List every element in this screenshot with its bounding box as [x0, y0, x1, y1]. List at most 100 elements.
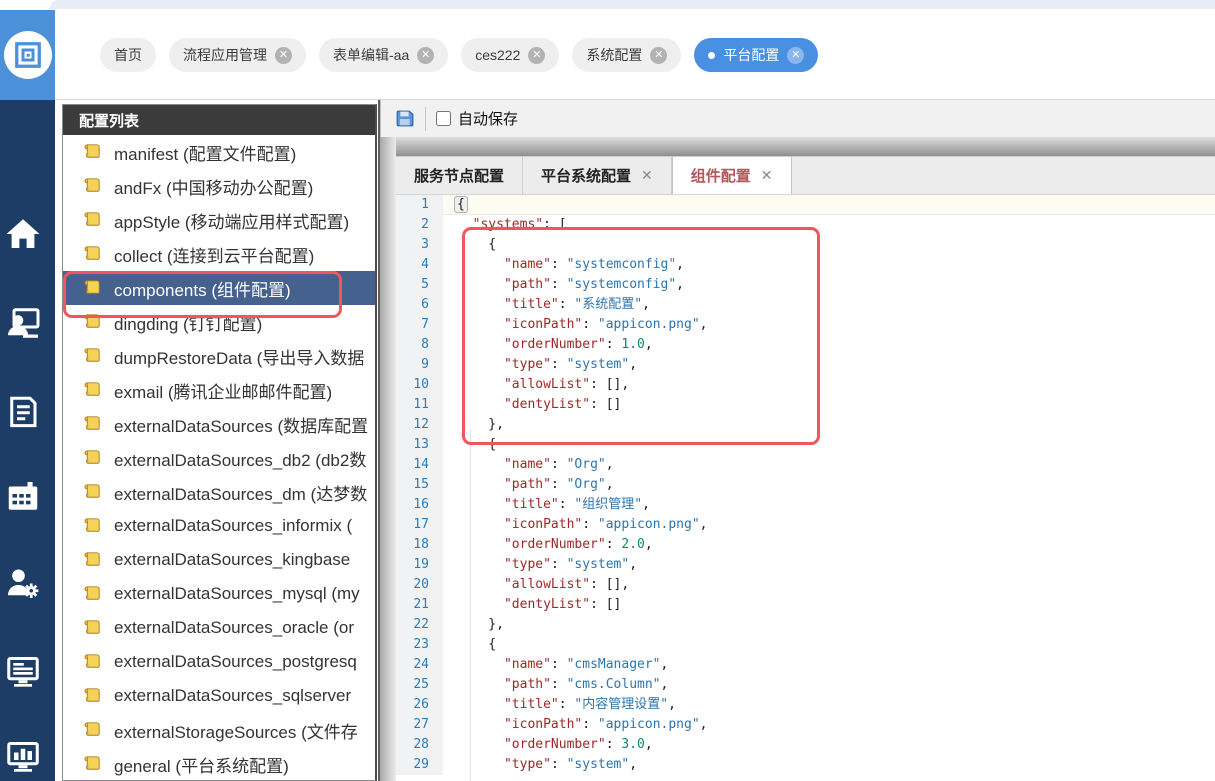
config-list-item-18[interactable]: general (平台系统配置) — [63, 747, 375, 780]
code-line-18[interactable]: 18 "orderNumber": 2.0, — [396, 535, 1215, 555]
horizontal-splitter[interactable] — [396, 137, 1215, 157]
autosave-checkbox[interactable] — [436, 111, 451, 126]
breadcrumb-chip-1[interactable]: 流程应用管理 ✕ — [169, 38, 306, 72]
config-list-item-15[interactable]: externalDataSources_postgresq — [63, 645, 375, 679]
config-list-item-17[interactable]: externalStorageSources (文件存 — [63, 713, 375, 747]
code-text: { — [457, 437, 497, 452]
config-list-item-1[interactable]: andFx (中国移动办公配置) — [63, 169, 375, 203]
code-line-9[interactable]: 9 "type": "system", — [396, 355, 1215, 375]
close-icon[interactable]: ✕ — [787, 46, 805, 64]
config-list-item-5[interactable]: dingding (钉钉配置) — [63, 305, 375, 339]
config-list-item-16[interactable]: externalDataSources_sqlserver — [63, 679, 375, 713]
config-list-item-11[interactable]: externalDataSources_informix ( — [63, 509, 375, 543]
config-list-item-2[interactable]: appStyle (移动端应用样式配置) — [63, 203, 375, 237]
code-line-28[interactable]: 28 "orderNumber": 3.0, — [396, 735, 1215, 755]
config-list-item-3[interactable]: collect (连接到云平台配置) — [63, 237, 375, 271]
config-list-item-0[interactable]: manifest (配置文件配置) — [63, 135, 375, 169]
code-line-22[interactable]: 22 }, — [396, 615, 1215, 635]
code-line-14[interactable]: 14 "name": "Org", — [396, 455, 1215, 475]
config-list-item-13[interactable]: externalDataSources_mysql (my — [63, 577, 375, 611]
code-line-1[interactable]: 1{ — [396, 195, 1215, 215]
code-line-20[interactable]: 20 "allowList": [], — [396, 575, 1215, 595]
code-line-17[interactable]: 17 "iconPath": "appicon.png", — [396, 515, 1215, 535]
code-line-21[interactable]: 21 "dentyList": [] — [396, 595, 1215, 615]
code-line-24[interactable]: 24 "name": "cmsManager", — [396, 655, 1215, 675]
line-number: 11 — [396, 395, 443, 415]
config-item-label: externalDataSources_mysql (my — [114, 584, 360, 603]
code-text: "iconPath": "appicon.png", — [503, 317, 708, 332]
code-line-11[interactable]: 11 "dentyList": [] — [396, 395, 1215, 415]
close-icon[interactable]: ✕ — [417, 46, 435, 64]
line-number: 4 — [396, 255, 443, 275]
sidebar-item-user-monitor[interactable] — [5, 306, 41, 342]
platform-config-screen: 首页 流程应用管理 ✕ 表单编辑-aa ✕ ces222 ✕ 系统配置 ✕ 平台配置 ✕ 配置列表 … — [0, 0, 1215, 781]
code-line-10[interactable]: 10 "allowList": [], — [396, 375, 1215, 395]
sidebar-item-home[interactable] — [5, 216, 41, 252]
code-line-6[interactable]: 6 "title": "系统配置", — [396, 295, 1215, 315]
code-line-29[interactable]: 29 "type": "system", — [396, 755, 1215, 775]
close-icon[interactable]: ✕ — [275, 46, 292, 64]
breadcrumb-chip-0[interactable]: 首页 — [100, 38, 156, 72]
topbar: 首页 流程应用管理 ✕ 表单编辑-aa ✕ ces222 ✕ 系统配置 ✕ 平台配置 ✕ — [0, 9, 1215, 100]
config-list-item-14[interactable]: externalDataSources_oracle (or — [63, 611, 375, 645]
code-line-27[interactable]: 27 "iconPath": "appicon.png", — [396, 715, 1215, 735]
save-button[interactable] — [393, 108, 415, 130]
line-number: 21 — [396, 595, 443, 615]
config-list-item-7[interactable]: exmail (腾讯企业邮邮件配置) — [63, 373, 375, 407]
breadcrumb-label: 平台配置 — [723, 47, 780, 63]
code-text: "name": "Org", — [503, 457, 614, 472]
breadcrumb-chip-5[interactable]: 平台配置 ✕ — [694, 38, 819, 72]
code-line-13[interactable]: 13 { — [396, 435, 1215, 455]
floppy-icon — [396, 110, 413, 127]
code-text: { — [443, 195, 1215, 215]
editor-tab-0[interactable]: 服务节点配置 — [396, 157, 524, 194]
editor-tab-1[interactable]: 平台系统配置 ✕ — [523, 157, 672, 194]
app-logo[interactable] — [0, 10, 55, 100]
code-text: "path": "systemconfig", — [503, 277, 684, 292]
code-line-4[interactable]: 4 "name": "systemconfig", — [396, 255, 1215, 275]
config-list: manifest (配置文件配置) andFx (中国移动办公配置) appStyl… — [63, 135, 375, 780]
config-item-label: components (组件配置) — [114, 280, 291, 300]
sidebar-item-chart-monitor[interactable] — [5, 739, 41, 775]
code-text: "orderNumber": 1.0, — [503, 337, 653, 352]
breadcrumb-chip-3[interactable]: ces222 ✕ — [461, 38, 560, 72]
code-line-12[interactable]: 12 }, — [396, 415, 1215, 435]
code-line-26[interactable]: 26 "title": "内容管理设置", — [396, 695, 1215, 715]
sidebar-item-user-gear[interactable] — [5, 566, 41, 602]
config-list-item-8[interactable]: externalDataSources (数据库配置 — [63, 407, 375, 441]
breadcrumb-chip-2[interactable]: 表单编辑-aa ✕ — [319, 38, 449, 72]
code-line-25[interactable]: 25 "path": "cms.Column", — [396, 675, 1215, 695]
editor-tab-2[interactable]: 组件配置 ✕ — [671, 157, 792, 194]
config-list-item-4[interactable]: components (组件配置) — [63, 271, 375, 305]
code-line-16[interactable]: 16 "title": "组织管理", — [396, 495, 1215, 515]
tab-close-icon[interactable]: ✕ — [761, 167, 773, 184]
config-list-item-10[interactable]: externalDataSources_dm (达梦数 — [63, 475, 375, 509]
breadcrumb-chip-4[interactable]: 系统配置 ✕ — [572, 38, 682, 72]
tab-label: 服务节点配置 — [414, 168, 505, 185]
close-icon[interactable]: ✕ — [528, 46, 546, 64]
code-line-5[interactable]: 5 "path": "systemconfig", — [396, 275, 1215, 295]
json-code-editor[interactable]: 1{2 "systems": [3 {4 "name": "systemconf… — [396, 195, 1215, 781]
tab-close-icon[interactable]: ✕ — [641, 167, 653, 184]
code-line-23[interactable]: 23 { — [396, 635, 1215, 655]
breadcrumb-label: ces222 — [475, 47, 521, 63]
code-line-19[interactable]: 19 "type": "system", — [396, 555, 1215, 575]
line-number: 22 — [396, 615, 443, 635]
line-number: 28 — [396, 735, 443, 755]
close-icon[interactable]: ✕ — [650, 46, 668, 64]
line-number: 29 — [396, 755, 443, 775]
sidebar-item-monitor-doc[interactable] — [5, 654, 41, 690]
code-line-3[interactable]: 3 { — [396, 235, 1215, 255]
config-list-item-9[interactable]: externalDataSources_db2 (db2数 — [63, 441, 375, 475]
vertical-splitter[interactable] — [378, 100, 396, 781]
code-line-15[interactable]: 15 "path": "Org", — [396, 475, 1215, 495]
sidebar-item-news[interactable] — [5, 394, 41, 430]
config-list-title: 配置列表 — [79, 112, 140, 130]
sidebar-item-calendar[interactable] — [5, 479, 41, 515]
code-line-2[interactable]: 2 "systems": [ — [396, 215, 1215, 235]
line-number: 16 — [396, 495, 443, 515]
config-list-item-6[interactable]: dumpRestoreData (导出导入数据 — [63, 339, 375, 373]
code-line-7[interactable]: 7 "iconPath": "appicon.png", — [396, 315, 1215, 335]
config-list-item-12[interactable]: externalDataSources_kingbase — [63, 543, 375, 577]
code-line-8[interactable]: 8 "orderNumber": 1.0, — [396, 335, 1215, 355]
